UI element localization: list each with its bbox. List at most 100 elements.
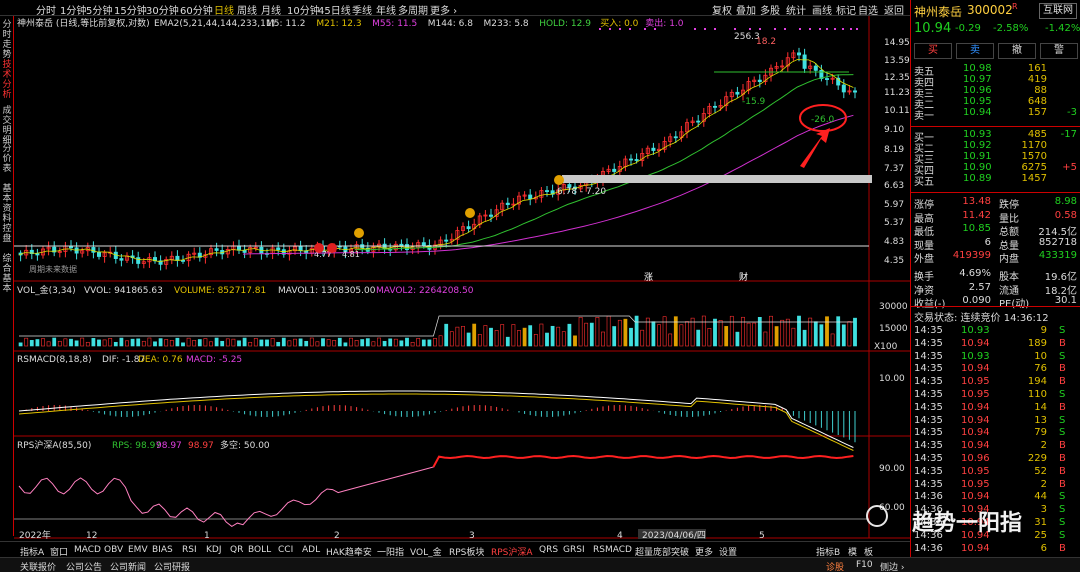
period-tab[interactable]: 1分钟 (60, 2, 86, 17)
left-vertical-tabs: 分时走势 技术分析成交明细 分价表基本资料 控盘综合基本 (0, 16, 14, 536)
toolbar-action[interactable]: 复权 (712, 2, 732, 17)
indicator-tab[interactable]: RSMACD (593, 545, 632, 555)
period-tab[interactable]: 年线 (376, 2, 396, 17)
tick-time: 14:35 (914, 440, 943, 452)
volume-bar (573, 335, 577, 347)
candle-body (444, 239, 449, 242)
indicator-tab[interactable]: OBV (104, 545, 123, 555)
status-action[interactable]: 侧边 › (880, 560, 904, 572)
vol-y-tick: 15000 (879, 324, 908, 334)
tick-side: S (1059, 350, 1066, 362)
status-action[interactable]: F10 (856, 560, 873, 570)
status-link[interactable]: 公司公告 (66, 560, 102, 572)
period-tab[interactable]: 季线 (352, 2, 372, 17)
volume-bar (265, 339, 269, 347)
book-volume: 1170 (1021, 140, 1047, 151)
volume-bar (545, 332, 549, 347)
volume-bar (35, 339, 40, 347)
trade-button[interactable]: 撤 (998, 43, 1036, 59)
period-tab[interactable]: 月线 (261, 2, 281, 17)
candle-body (841, 84, 846, 93)
toolbar-action[interactable]: 标记 (836, 2, 856, 17)
trade-button[interactable]: 买 (914, 43, 952, 59)
indicator-tab[interactable]: QR (230, 545, 243, 555)
left-tab[interactable]: 基本资料 (1, 184, 13, 224)
indicator-value: HOLD: 12.9 (539, 19, 591, 29)
period-tab[interactable]: 日线 (214, 2, 234, 17)
indicator-tab[interactable]: EMV (128, 545, 148, 555)
toolbar-action[interactable]: 返回 (884, 2, 904, 17)
period-tab[interactable]: 45日线 (318, 2, 351, 17)
chart-area[interactable]: 神州泰岳 (日线,等比前复权,对数) EMA2(5,21,44,144,233,1… (14, 16, 910, 541)
chart-bg (14, 16, 910, 541)
left-tab[interactable]: 控盘 (1, 224, 13, 244)
toolbar-action[interactable]: 统计 (786, 2, 806, 17)
left-tab[interactable]: 分价表 (1, 144, 13, 174)
candle-body (853, 90, 858, 93)
period-tab[interactable]: 30分钟 (146, 2, 179, 17)
tick-price: 10.94 (961, 427, 990, 439)
stock-code: 300002 (967, 3, 1013, 17)
period-tab[interactable]: 5分钟 (86, 2, 112, 17)
trade-button[interactable]: 警 (1040, 43, 1078, 59)
stat-value: 6 (984, 236, 991, 248)
quote-panel: 神州泰岳 300002 R 互联网 10.94 -0.29 -2.58% -1.… (910, 0, 1080, 572)
tick-price: 10.95 (961, 465, 990, 477)
status-link[interactable]: 公司新闻 (110, 560, 146, 572)
indicator-tab[interactable]: RSI (182, 545, 197, 555)
left-tab[interactable]: 成交明细 (1, 106, 13, 146)
toolbar-action[interactable]: 多股 (760, 2, 780, 17)
indicator-tab[interactable]: QRS (539, 545, 558, 555)
indicator-tab[interactable]: KDJ (206, 545, 222, 555)
indicator-tab[interactable]: ADL (302, 545, 320, 555)
stat-value: 0.090 (962, 295, 991, 307)
period-tab[interactable]: 多周期 (398, 2, 428, 17)
candle-body (634, 159, 639, 161)
period-tab[interactable]: 10分钟 (287, 2, 320, 17)
volume-bar (813, 321, 818, 347)
book-price: 10.96 (963, 85, 992, 96)
volume-bar (405, 337, 409, 347)
volume-bar (444, 323, 449, 347)
divider (911, 306, 1080, 307)
x-tick: 2022年 (19, 529, 51, 541)
signal-marker (327, 243, 337, 253)
tick-volume: 44 (1034, 491, 1047, 503)
sector-badge[interactable]: 互联网 (1039, 3, 1077, 19)
volume-bar (18, 342, 23, 347)
left-tab[interactable]: 分时走势 (1, 20, 13, 60)
status-link[interactable]: 关联报价 (20, 560, 56, 572)
volume-bar (298, 338, 303, 347)
left-tab[interactable]: 技术分析 (1, 60, 13, 100)
indicator-tab[interactable]: GRSI (563, 545, 585, 555)
tick-time: 14:35 (914, 337, 943, 349)
tick-price: 10.94 (961, 414, 990, 426)
indicator-tab[interactable]: CCI (278, 545, 293, 555)
status-action[interactable]: 诊股 (826, 560, 844, 572)
toolbar-action[interactable]: 叠加 (736, 2, 756, 17)
rps-value: RPS: 98.97 (112, 441, 161, 451)
status-link[interactable]: 公司研报 (154, 560, 190, 572)
chart-canvas[interactable]: 神州泰岳 (日线,等比前复权,对数) EMA2(5,21,44,144,233,1… (14, 16, 910, 541)
indicator-tab[interactable]: BIAS (152, 545, 173, 555)
indicator-tab[interactable]: MACD (74, 545, 101, 555)
period-tab[interactable]: 更多 › (430, 2, 457, 17)
sell-dot (654, 28, 656, 30)
indicator-tab[interactable]: BOLL (248, 545, 271, 555)
tick-volume: 10 (1034, 350, 1047, 362)
period-tab[interactable]: 15分钟 (114, 2, 147, 17)
trade-button[interactable]: 卖 (956, 43, 994, 59)
left-tab[interactable]: 综合基本 (1, 254, 13, 294)
toolbar-action[interactable]: 自选 (858, 2, 878, 17)
toolbar-action[interactable]: 画线 (812, 2, 832, 17)
candle-body (545, 190, 550, 192)
sell-dot (704, 28, 706, 30)
period-tab[interactable]: 60分钟 (180, 2, 213, 17)
volume-bar (696, 329, 701, 347)
tick-time: 14:35 (914, 414, 943, 426)
tick-price: 10.94 (961, 440, 990, 452)
period-tab[interactable]: 周线 (237, 2, 257, 17)
candle-body (673, 136, 678, 139)
vol-mavol2: MAVOL2: 2264208.50 (376, 286, 474, 296)
period-tab[interactable]: 分时 (36, 2, 56, 17)
